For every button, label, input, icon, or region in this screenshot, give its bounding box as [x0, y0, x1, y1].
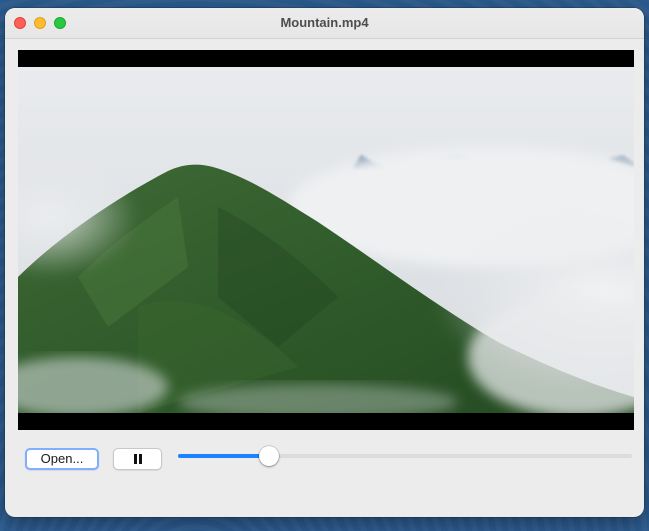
seek-thumb[interactable]: [259, 446, 279, 466]
seek-progress-fill: [178, 454, 269, 458]
player-window: Mountain.mp4 Open...: [5, 8, 644, 517]
pause-icon: [133, 454, 143, 464]
open-button[interactable]: Open...: [25, 448, 99, 470]
seek-slider[interactable]: [178, 446, 632, 466]
video-frame: [18, 67, 634, 413]
video-view[interactable]: [18, 50, 634, 430]
pause-button[interactable]: [113, 448, 162, 470]
window-title: Mountain.mp4: [280, 15, 369, 30]
title-bar[interactable]: Mountain.mp4: [5, 8, 644, 39]
